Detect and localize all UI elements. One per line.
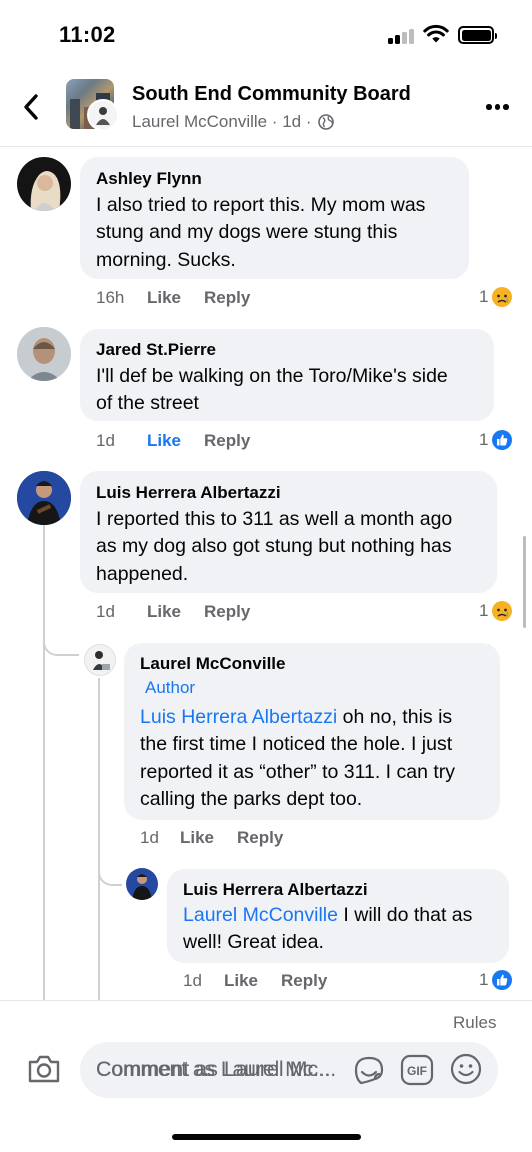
- like-button[interactable]: Like: [147, 602, 204, 622]
- comment-author[interactable]: Luis Herrera Albertazzi: [96, 483, 281, 503]
- like-button[interactable]: Like: [147, 288, 204, 308]
- header-divider: [0, 146, 532, 147]
- cellular-signal-icon: [388, 29, 416, 44]
- comment-actions: 1d Like Reply: [140, 828, 283, 848]
- sad-reaction-icon: [492, 287, 513, 307]
- like-button[interactable]: Like: [180, 828, 237, 848]
- comment-text: I also tried to report this. My mom was …: [96, 194, 426, 271]
- reply-button[interactable]: Reply: [204, 431, 250, 451]
- comment-text: Laurel McConville I will do that as well…: [183, 904, 473, 954]
- rules-link[interactable]: Rules: [453, 1013, 496, 1033]
- comment-time: 1d: [96, 602, 115, 621]
- reaction-count: 1: [479, 430, 489, 449]
- mention-link[interactable]: Luis Herrera Albertazzi: [140, 706, 337, 728]
- thread-connector: [43, 598, 79, 656]
- group-title[interactable]: South End Community Board: [132, 83, 411, 106]
- like-button[interactable]: Like: [224, 971, 281, 991]
- comment-text: I reported this to 311 as well a month a…: [96, 508, 453, 585]
- comment-actions: 16h Like Reply: [96, 288, 250, 308]
- avatar[interactable]: [17, 157, 71, 211]
- thumbs-up-reaction-icon: [492, 430, 513, 450]
- scrollbar[interactable]: [523, 536, 526, 628]
- reaction-summary[interactable]: 1: [479, 286, 513, 308]
- thumbs-up-reaction-icon: [492, 970, 513, 990]
- camera-icon[interactable]: [26, 1053, 62, 1085]
- thread-connector: [98, 850, 122, 886]
- reply-button[interactable]: Reply: [237, 828, 283, 848]
- emoji-icon[interactable]: [450, 1053, 482, 1085]
- comment-time: 16h: [96, 288, 125, 307]
- admin-mini-avatar: [87, 99, 119, 131]
- post-meta: Laurel McConville · 1d ·: [132, 112, 334, 132]
- reaction-count: 1: [479, 287, 489, 306]
- wifi-icon: [423, 24, 449, 43]
- comment-placeholder: Comment as Laurel Mc...: [96, 1057, 337, 1081]
- thread-line: [98, 678, 100, 1000]
- comment-author[interactable]: Luis Herrera Albertazzi: [183, 880, 368, 900]
- comment-actions: 1d Like Reply: [183, 971, 327, 991]
- svg-text:GIF: GIF: [407, 1064, 427, 1078]
- author-badge: Author: [145, 678, 196, 697]
- sticker-icon[interactable]: [353, 1053, 385, 1087]
- mention-link[interactable]: Laurel McConville: [183, 904, 338, 926]
- globe-icon: [317, 114, 334, 130]
- comment-actions: 1d Like Reply: [96, 602, 250, 622]
- comment-author[interactable]: Laurel McConville: [140, 654, 285, 674]
- avatar[interactable]: [84, 644, 116, 676]
- avatar[interactable]: [126, 868, 158, 900]
- post-meta-text: Laurel McConville · 1d ·: [132, 112, 312, 131]
- reply-button[interactable]: Reply: [204, 288, 250, 308]
- like-button[interactable]: Like: [147, 431, 204, 451]
- avatar[interactable]: [17, 327, 71, 381]
- comment-text: I'll def be walking on the Toro/Mike's s…: [96, 365, 448, 415]
- comment-time: 1d: [96, 431, 115, 450]
- reaction-summary[interactable]: 1: [479, 429, 513, 451]
- reaction-summary[interactable]: 1: [479, 600, 513, 622]
- reaction-count: 1: [479, 601, 489, 620]
- comment-time: 1d: [140, 828, 159, 847]
- comment-actions: 1d Like Reply: [96, 431, 250, 451]
- status-time: 11:02: [59, 22, 116, 47]
- gif-icon[interactable]: GIF: [400, 1054, 434, 1086]
- battery-icon: [458, 26, 497, 44]
- home-indicator: [172, 1134, 361, 1140]
- reply-button[interactable]: Reply: [281, 971, 327, 991]
- reaction-summary[interactable]: 1: [479, 969, 513, 991]
- back-arrow-icon[interactable]: [20, 92, 44, 122]
- sad-reaction-icon: [492, 601, 513, 621]
- comment-text: Luis Herrera Albertazzi oh no, this is t…: [140, 706, 456, 810]
- reaction-count: 1: [479, 970, 489, 989]
- avatar[interactable]: [17, 471, 71, 525]
- more-options-button[interactable]: [486, 104, 509, 110]
- thread-line: [43, 500, 45, 1000]
- comment-author[interactable]: Jared St.Pierre: [96, 340, 216, 360]
- composer-divider: [0, 1000, 532, 1001]
- comment-author[interactable]: Ashley Flynn: [96, 169, 202, 189]
- comment-time: 1d: [183, 971, 202, 990]
- reply-button[interactable]: Reply: [204, 602, 250, 622]
